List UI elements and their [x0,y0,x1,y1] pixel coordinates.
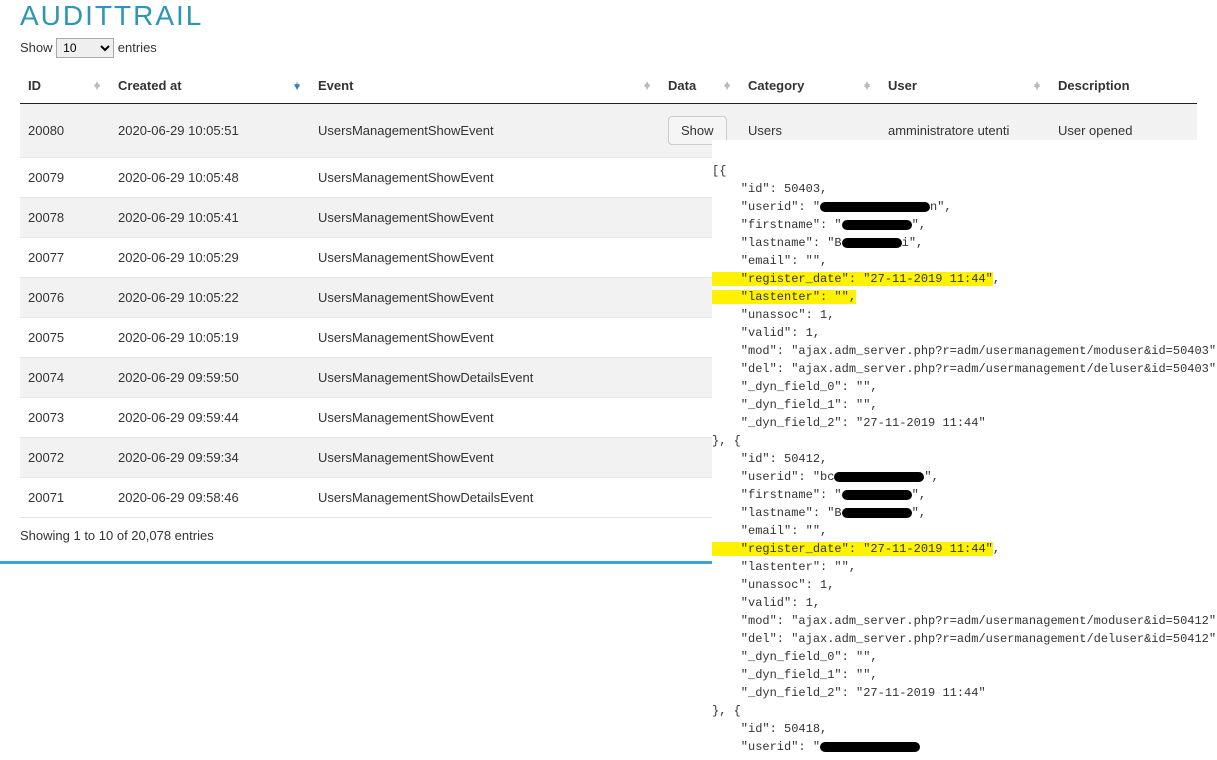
sort-icon: ▲▼ [642,82,652,90]
entries-control: Show 10 entries [0,32,1217,68]
sort-icon: ▲▼ [92,82,102,90]
col-category[interactable]: Category ▲▼ [740,68,880,104]
cell-id: 20074 [20,358,110,398]
cell-created: 2020-06-29 09:59:50 [110,358,310,398]
cell-id: 20077 [20,238,110,278]
cell-id: 20080 [20,104,110,158]
entries-suffix: entries [118,40,157,55]
sort-icon: ▲▼ [1032,82,1042,90]
highlight: "lastenter": "", [712,290,856,304]
cell-id: 20073 [20,398,110,438]
expanded-json-panel: [{ "id": 50403, "userid": "n", "firstnam… [712,140,1217,760]
sort-icon: ▲▼ [292,82,302,90]
page-title: AUDITTRAIL [0,0,1217,32]
cell-event: UsersManagementShowDetailsEvent [310,358,660,398]
redacted [842,220,912,230]
highlight: "register_date": "27-11-2019 11:44" [712,272,993,286]
cell-id: 20072 [20,438,110,478]
cell-created: 2020-06-29 09:58:46 [110,478,310,518]
col-event[interactable]: Event ▲▼ [310,68,660,104]
cell-created: 2020-06-29 09:59:44 [110,398,310,438]
entries-select[interactable]: 10 [56,38,114,58]
redacted [834,472,924,482]
redacted [820,202,930,212]
show-label: Show [20,40,53,55]
cell-event: UsersManagementShowEvent [310,398,660,438]
cell-event: UsersManagementShowEvent [310,158,660,198]
cell-event: UsersManagementShowEvent [310,238,660,278]
sort-icon: ▲▼ [722,82,732,90]
cell-id: 20071 [20,478,110,518]
cell-event: UsersManagementShowEvent [310,104,660,158]
cell-event: UsersManagementShowEvent [310,198,660,238]
col-user[interactable]: User ▲▼ [880,68,1050,104]
redacted [842,238,902,248]
cell-created: 2020-06-29 10:05:22 [110,278,310,318]
col-id[interactable]: ID ▲▼ [20,68,110,104]
highlight: "register_date": "27-11-2019 11:44" [712,542,993,556]
cell-event: UsersManagementShowEvent [310,438,660,478]
col-description[interactable]: Description [1050,68,1197,104]
cell-created: 2020-06-29 10:05:41 [110,198,310,238]
cell-id: 20079 [20,158,110,198]
redacted [842,490,912,500]
col-data[interactable]: Data ▲▼ [660,68,740,104]
cell-created: 2020-06-29 10:05:19 [110,318,310,358]
cell-created: 2020-06-29 10:05:51 [110,104,310,158]
cell-id: 20078 [20,198,110,238]
cell-event: UsersManagementShowDetailsEvent [310,478,660,518]
cell-event: UsersManagementShowEvent [310,278,660,318]
cell-event: UsersManagementShowEvent [310,318,660,358]
cell-id: 20075 [20,318,110,358]
cell-id: 20076 [20,278,110,318]
redacted [820,742,920,752]
cell-created: 2020-06-29 09:59:34 [110,438,310,478]
col-created-at[interactable]: Created at ▲▼ [110,68,310,104]
cell-created: 2020-06-29 10:05:48 [110,158,310,198]
cell-created: 2020-06-29 10:05:29 [110,238,310,278]
redacted [842,508,912,518]
sort-icon: ▲▼ [862,82,872,90]
